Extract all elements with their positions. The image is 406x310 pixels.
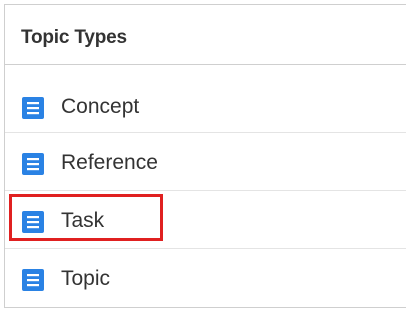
topic-list: Concept Reference Task Topic (5, 65, 406, 307)
document-icon (22, 269, 44, 291)
document-icon (22, 97, 44, 119)
topic-item-concept[interactable]: Concept (5, 65, 406, 133)
document-icon (22, 153, 44, 175)
topic-label-concept: Concept (61, 95, 140, 118)
topic-label-topic: Topic (61, 267, 111, 290)
panel-title: Topic Types (21, 27, 127, 48)
document-icon (22, 211, 44, 233)
topic-item-topic[interactable]: Topic (5, 249, 406, 307)
topic-label-reference: Reference (61, 151, 158, 174)
topic-label-task: Task (61, 209, 105, 232)
panel-header: Topic Types (5, 5, 406, 65)
topic-types-panel: Topic Types Concept Reference Task Topic (4, 4, 406, 308)
topic-item-task[interactable]: Task (5, 191, 406, 249)
topic-item-reference[interactable]: Reference (5, 133, 406, 191)
